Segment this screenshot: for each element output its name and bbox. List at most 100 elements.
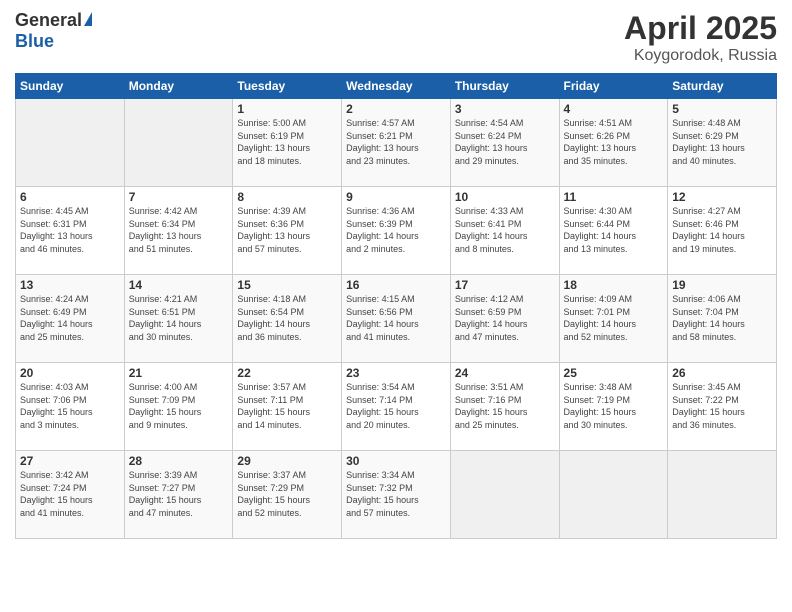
day-number: 29 [237,454,337,468]
day-number: 1 [237,102,337,116]
table-row: 14Sunrise: 4:21 AM Sunset: 6:51 PM Dayli… [124,275,233,363]
day-number: 26 [672,366,772,380]
table-row: 8Sunrise: 4:39 AM Sunset: 6:36 PM Daylig… [233,187,342,275]
day-number: 7 [129,190,229,204]
header-wednesday: Wednesday [342,74,451,99]
table-row: 19Sunrise: 4:06 AM Sunset: 7:04 PM Dayli… [668,275,777,363]
day-detail: Sunrise: 3:57 AM Sunset: 7:11 PM Dayligh… [237,381,337,431]
day-number: 15 [237,278,337,292]
day-detail: Sunrise: 3:45 AM Sunset: 7:22 PM Dayligh… [672,381,772,431]
table-row: 11Sunrise: 4:30 AM Sunset: 6:44 PM Dayli… [559,187,668,275]
day-detail: Sunrise: 4:36 AM Sunset: 6:39 PM Dayligh… [346,205,446,255]
table-row: 22Sunrise: 3:57 AM Sunset: 7:11 PM Dayli… [233,363,342,451]
day-detail: Sunrise: 5:00 AM Sunset: 6:19 PM Dayligh… [237,117,337,167]
day-number: 17 [455,278,555,292]
header-tuesday: Tuesday [233,74,342,99]
table-row: 29Sunrise: 3:37 AM Sunset: 7:29 PM Dayli… [233,451,342,539]
table-row [559,451,668,539]
logo-triangle-icon [84,12,92,26]
week-row-3: 20Sunrise: 4:03 AM Sunset: 7:06 PM Dayli… [16,363,777,451]
day-number: 24 [455,366,555,380]
day-number: 2 [346,102,446,116]
day-detail: Sunrise: 4:51 AM Sunset: 6:26 PM Dayligh… [564,117,664,167]
table-row: 9Sunrise: 4:36 AM Sunset: 6:39 PM Daylig… [342,187,451,275]
table-row: 20Sunrise: 4:03 AM Sunset: 7:06 PM Dayli… [16,363,125,451]
day-detail: Sunrise: 4:57 AM Sunset: 6:21 PM Dayligh… [346,117,446,167]
day-number: 5 [672,102,772,116]
table-row [124,99,233,187]
table-row: 17Sunrise: 4:12 AM Sunset: 6:59 PM Dayli… [450,275,559,363]
table-row: 5Sunrise: 4:48 AM Sunset: 6:29 PM Daylig… [668,99,777,187]
week-row-2: 13Sunrise: 4:24 AM Sunset: 6:49 PM Dayli… [16,275,777,363]
header-saturday: Saturday [668,74,777,99]
table-row: 26Sunrise: 3:45 AM Sunset: 7:22 PM Dayli… [668,363,777,451]
day-detail: Sunrise: 4:48 AM Sunset: 6:29 PM Dayligh… [672,117,772,167]
day-number: 19 [672,278,772,292]
day-number: 4 [564,102,664,116]
day-number: 16 [346,278,446,292]
day-number: 13 [20,278,120,292]
table-row: 2Sunrise: 4:57 AM Sunset: 6:21 PM Daylig… [342,99,451,187]
day-number: 23 [346,366,446,380]
day-number: 9 [346,190,446,204]
table-row: 10Sunrise: 4:33 AM Sunset: 6:41 PM Dayli… [450,187,559,275]
day-detail: Sunrise: 4:54 AM Sunset: 6:24 PM Dayligh… [455,117,555,167]
table-row: 24Sunrise: 3:51 AM Sunset: 7:16 PM Dayli… [450,363,559,451]
header-monday: Monday [124,74,233,99]
table-row: 27Sunrise: 3:42 AM Sunset: 7:24 PM Dayli… [16,451,125,539]
day-detail: Sunrise: 4:09 AM Sunset: 7:01 PM Dayligh… [564,293,664,343]
day-detail: Sunrise: 4:39 AM Sunset: 6:36 PM Dayligh… [237,205,337,255]
day-detail: Sunrise: 4:42 AM Sunset: 6:34 PM Dayligh… [129,205,229,255]
day-number: 30 [346,454,446,468]
day-number: 18 [564,278,664,292]
day-number: 10 [455,190,555,204]
table-row: 15Sunrise: 4:18 AM Sunset: 6:54 PM Dayli… [233,275,342,363]
calendar-header-row: Sunday Monday Tuesday Wednesday Thursday… [16,74,777,99]
table-row: 7Sunrise: 4:42 AM Sunset: 6:34 PM Daylig… [124,187,233,275]
day-detail: Sunrise: 4:21 AM Sunset: 6:51 PM Dayligh… [129,293,229,343]
page: General Blue April 2025 Koygorodok, Russ… [0,0,792,612]
day-detail: Sunrise: 3:42 AM Sunset: 7:24 PM Dayligh… [20,469,120,519]
week-row-4: 27Sunrise: 3:42 AM Sunset: 7:24 PM Dayli… [16,451,777,539]
day-detail: Sunrise: 3:39 AM Sunset: 7:27 PM Dayligh… [129,469,229,519]
day-detail: Sunrise: 4:33 AM Sunset: 6:41 PM Dayligh… [455,205,555,255]
table-row: 1Sunrise: 5:00 AM Sunset: 6:19 PM Daylig… [233,99,342,187]
table-row: 23Sunrise: 3:54 AM Sunset: 7:14 PM Dayli… [342,363,451,451]
day-detail: Sunrise: 3:37 AM Sunset: 7:29 PM Dayligh… [237,469,337,519]
day-number: 27 [20,454,120,468]
header: General Blue April 2025 Koygorodok, Russ… [15,10,777,65]
day-detail: Sunrise: 4:03 AM Sunset: 7:06 PM Dayligh… [20,381,120,431]
day-detail: Sunrise: 4:27 AM Sunset: 6:46 PM Dayligh… [672,205,772,255]
logo-general: General [15,10,82,31]
logo-text: General [15,10,92,31]
day-detail: Sunrise: 3:54 AM Sunset: 7:14 PM Dayligh… [346,381,446,431]
calendar-table: Sunday Monday Tuesday Wednesday Thursday… [15,73,777,539]
table-row: 13Sunrise: 4:24 AM Sunset: 6:49 PM Dayli… [16,275,125,363]
day-detail: Sunrise: 4:45 AM Sunset: 6:31 PM Dayligh… [20,205,120,255]
day-detail: Sunrise: 4:06 AM Sunset: 7:04 PM Dayligh… [672,293,772,343]
day-number: 14 [129,278,229,292]
day-number: 12 [672,190,772,204]
table-row [668,451,777,539]
day-number: 8 [237,190,337,204]
table-row: 18Sunrise: 4:09 AM Sunset: 7:01 PM Dayli… [559,275,668,363]
day-detail: Sunrise: 4:00 AM Sunset: 7:09 PM Dayligh… [129,381,229,431]
day-detail: Sunrise: 4:18 AM Sunset: 6:54 PM Dayligh… [237,293,337,343]
header-sunday: Sunday [16,74,125,99]
day-detail: Sunrise: 3:48 AM Sunset: 7:19 PM Dayligh… [564,381,664,431]
table-row: 4Sunrise: 4:51 AM Sunset: 6:26 PM Daylig… [559,99,668,187]
table-row: 25Sunrise: 3:48 AM Sunset: 7:19 PM Dayli… [559,363,668,451]
calendar-title: April 2025 [624,10,777,47]
table-row: 28Sunrise: 3:39 AM Sunset: 7:27 PM Dayli… [124,451,233,539]
day-number: 3 [455,102,555,116]
day-detail: Sunrise: 4:24 AM Sunset: 6:49 PM Dayligh… [20,293,120,343]
table-row [16,99,125,187]
day-number: 25 [564,366,664,380]
table-row: 12Sunrise: 4:27 AM Sunset: 6:46 PM Dayli… [668,187,777,275]
day-detail: Sunrise: 4:12 AM Sunset: 6:59 PM Dayligh… [455,293,555,343]
day-detail: Sunrise: 3:34 AM Sunset: 7:32 PM Dayligh… [346,469,446,519]
week-row-0: 1Sunrise: 5:00 AM Sunset: 6:19 PM Daylig… [16,99,777,187]
logo: General Blue [15,10,92,52]
week-row-1: 6Sunrise: 4:45 AM Sunset: 6:31 PM Daylig… [16,187,777,275]
table-row: 16Sunrise: 4:15 AM Sunset: 6:56 PM Dayli… [342,275,451,363]
